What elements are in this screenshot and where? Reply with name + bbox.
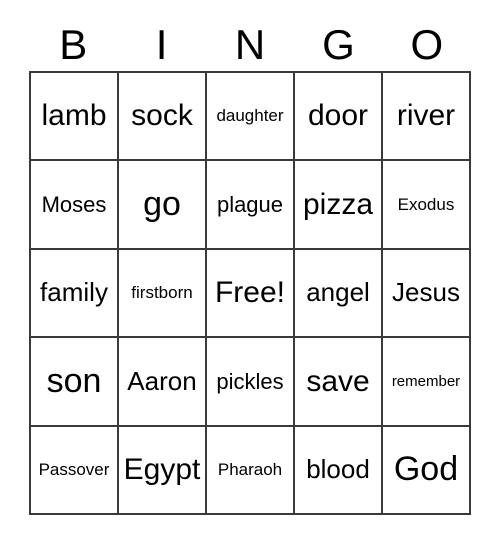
bingo-cell-o4[interactable]: remember [383,338,471,427]
bingo-cell-i4[interactable]: Aaron [119,338,207,427]
bingo-cell-i5[interactable]: Egypt [119,426,207,516]
bingo-row: Moses go plague pizza Exodus [31,161,471,250]
bingo-cell-n4[interactable]: pickles [207,338,295,427]
bingo-cell-i2[interactable]: go [119,161,207,250]
bingo-cell-n1[interactable]: daughter [207,73,295,162]
bingo-header-letter-i: I [155,20,168,68]
bingo-cell-label: door [307,99,369,133]
bingo-cell-label: son [46,361,102,400]
bingo-cell-label: sock [131,99,193,133]
bingo-cell-label: plague [216,192,284,218]
bingo-header-letter-n: N [234,20,266,68]
bingo-cell-b4[interactable]: son [31,338,119,427]
bingo-cell-label: Jesus [392,277,460,308]
bingo-header-row: B I N G O [29,18,471,71]
bingo-cell-n2[interactable]: plague [207,161,295,250]
bingo-cell-label: Moses [41,192,107,218]
bingo-cell-b3[interactable]: family [31,249,119,339]
bingo-cell-label: lamb [41,99,107,133]
bingo-cell-label: firstborn [131,283,193,303]
bingo-cell-label: go [143,184,181,223]
bingo-cell-label: Aaron [127,365,197,396]
bingo-cell-label: Passover [38,459,110,479]
bingo-cell-g3[interactable]: angel [295,249,383,339]
bingo-row: family firstborn Free! angel Jesus [31,249,471,339]
bingo-header-letter-o: O [410,20,444,68]
bingo-cell-g1[interactable]: door [295,73,383,162]
bingo-cell-free-space[interactable]: Free! [207,249,295,339]
bingo-row: lamb sock daughter door river [31,73,471,162]
bingo-cell-g5[interactable]: blood [295,426,383,516]
bingo-cell-b2[interactable]: Moses [31,161,119,250]
bingo-cell-label: God [393,449,459,488]
bingo-cell-o5[interactable]: God [383,426,471,516]
bingo-grid: lamb sock daughter door river Moses go p… [29,71,471,516]
bingo-cell-label: family [40,277,108,308]
bingo-cell-label: pizza [302,187,374,221]
bingo-cell-label: blood [306,454,370,485]
bingo-cell-label: Exodus [397,194,455,214]
bingo-cell-b1[interactable]: lamb [31,73,119,162]
bingo-cell-label: remember [391,372,461,390]
bingo-header-letter-b: B [59,20,88,68]
bingo-cell-label: Pharaoh [217,459,283,479]
bingo-cell-i3[interactable]: firstborn [119,249,207,339]
bingo-cell-g2[interactable]: pizza [295,161,383,250]
bingo-cell-label: pickles [216,368,284,394]
bingo-free-space-label: Free! [214,276,286,310]
bingo-cell-b5[interactable]: Passover [31,426,119,516]
bingo-row: Passover Egypt Pharaoh blood God [31,426,471,516]
bingo-cell-label: save [306,364,370,398]
bingo-cell-label: daughter [216,106,284,126]
bingo-header-letter-g: G [322,20,355,68]
bingo-cell-i1[interactable]: sock [119,73,207,162]
bingo-cell-n5[interactable]: Pharaoh [207,426,295,516]
bingo-cell-label: Egypt [123,453,201,487]
bingo-row: son Aaron pickles save remember [31,338,471,427]
bingo-cell-g4[interactable]: save [295,338,383,427]
bingo-cell-o2[interactable]: Exodus [383,161,471,250]
bingo-cell-o3[interactable]: Jesus [383,249,471,339]
bingo-cell-label: river [396,99,456,133]
bingo-cell-o1[interactable]: river [383,73,471,162]
bingo-cell-label: angel [306,277,370,308]
bingo-card: B I N G O lamb sock daughter door river … [0,0,500,544]
